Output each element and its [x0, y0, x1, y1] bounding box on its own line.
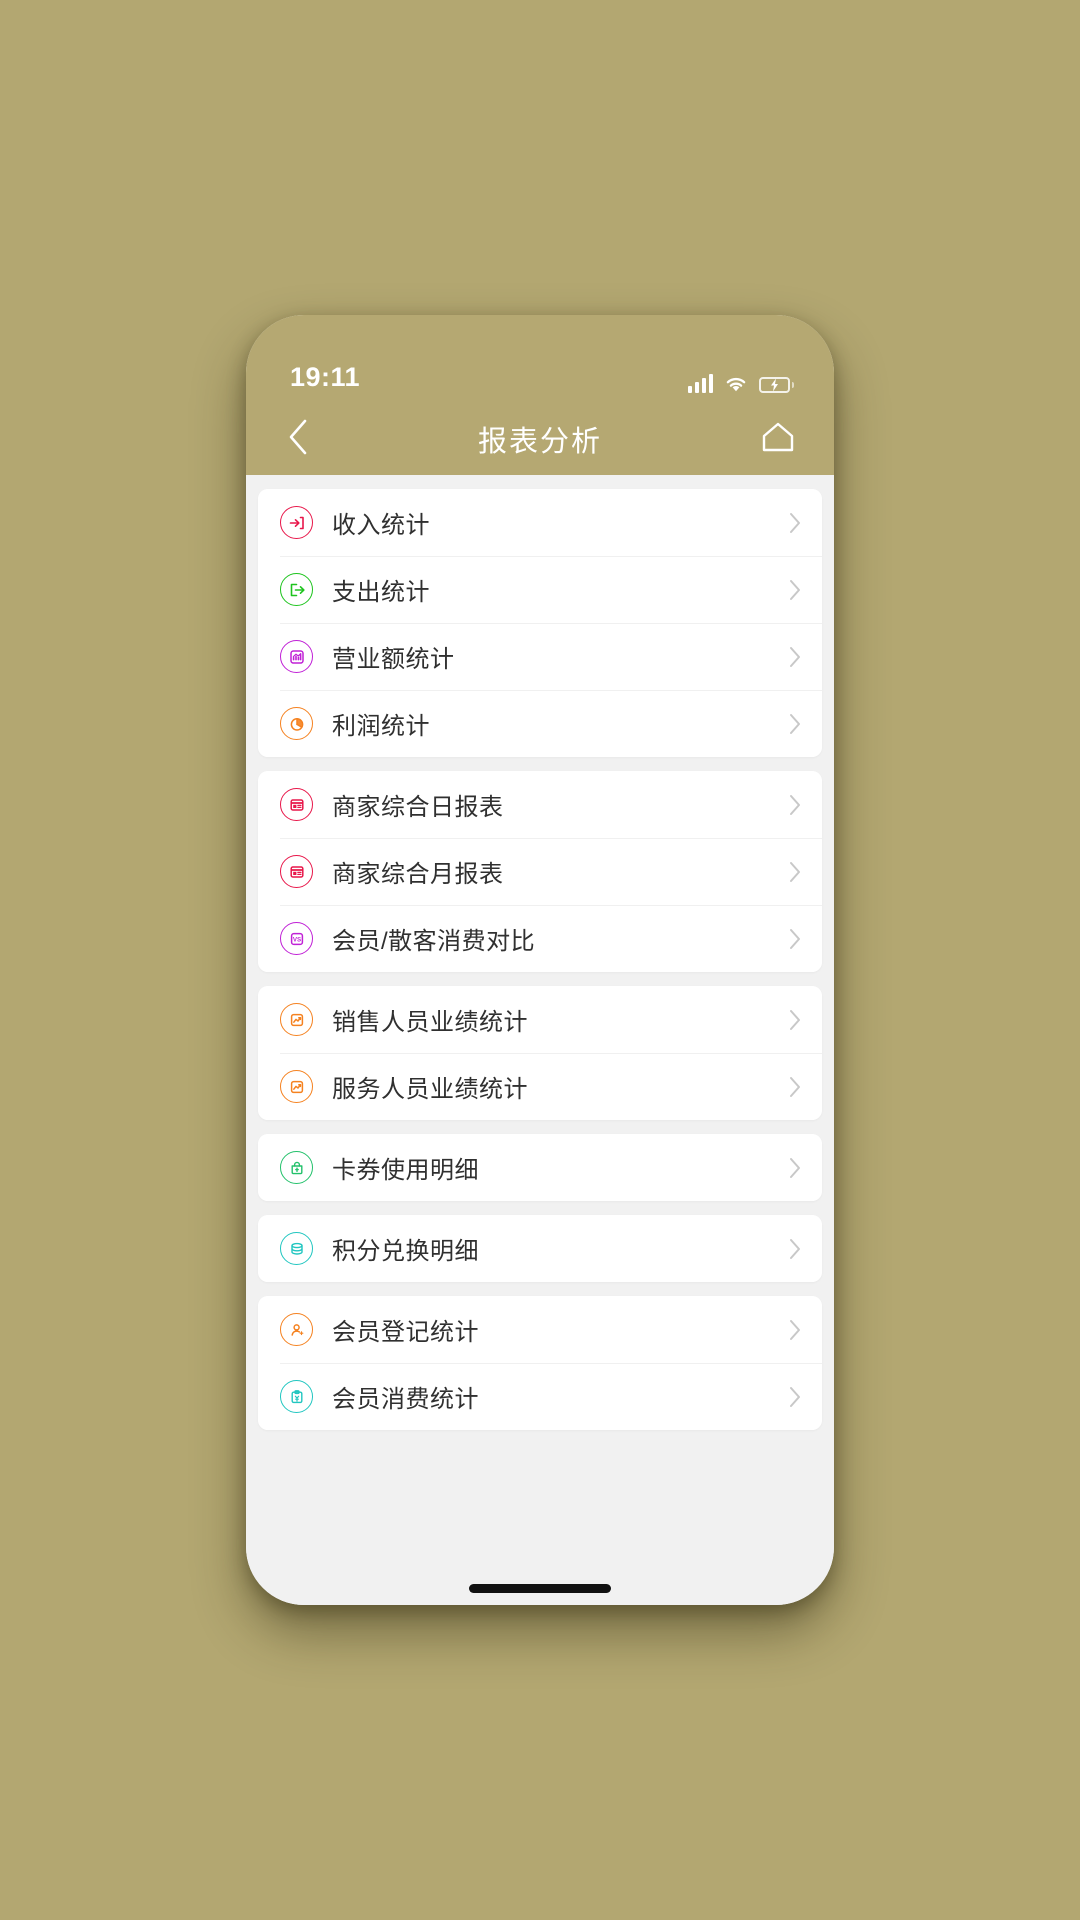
- list-item[interactable]: 支出统计: [258, 556, 822, 623]
- report-card-group: 收入统计 支出统计 营业额统计 利润统计: [258, 489, 822, 757]
- member-register-icon: [280, 1313, 313, 1346]
- report-list[interactable]: 收入统计 支出统计 营业额统计 利润统计 商家综合日报表 商家综合月报表 VS …: [246, 475, 834, 1605]
- report-card-group: 销售人员业绩统计 服务人员业绩统计: [258, 986, 822, 1120]
- list-item[interactable]: VS 会员/散客消费对比: [258, 905, 822, 972]
- home-button[interactable]: [752, 413, 804, 465]
- list-item-label: 利润统计: [332, 713, 430, 740]
- page-title: 报表分析: [477, 426, 602, 458]
- list-item[interactable]: 会员消费统计: [258, 1363, 822, 1430]
- list-item-label: 会员消费统计: [332, 1386, 479, 1413]
- service-performance-icon: [280, 1070, 313, 1103]
- status-bar: 19:11: [246, 315, 834, 403]
- list-item[interactable]: 积分兑换明细: [258, 1215, 822, 1282]
- list-item[interactable]: 卡券使用明细: [258, 1134, 822, 1201]
- member-consumption-icon: [280, 1380, 313, 1413]
- list-item-label: 商家综合月报表: [332, 861, 504, 888]
- report-card-group: 会员登记统计 会员消费统计: [258, 1296, 822, 1430]
- list-item-label: 营业额统计: [332, 646, 455, 673]
- list-item[interactable]: 收入统计: [258, 489, 822, 556]
- chevron-right-icon: [789, 1157, 802, 1179]
- home-icon: [761, 421, 795, 458]
- chevron-right-icon: [789, 579, 802, 601]
- member-vs-guest-icon: VS: [280, 922, 313, 955]
- chevron-right-icon: [789, 1319, 802, 1341]
- back-button[interactable]: [272, 413, 324, 465]
- sales-performance-icon: [280, 1003, 313, 1036]
- chevron-right-icon: [789, 861, 802, 883]
- list-item[interactable]: 商家综合月报表: [258, 838, 822, 905]
- chevron-right-icon: [789, 646, 802, 668]
- list-item-label: 卡券使用明细: [332, 1157, 479, 1184]
- phone-frame: 19:11 报表分析 收入统计 支出统计 营业额统计 利润统计 商家综合日报表 …: [246, 315, 834, 1605]
- list-item[interactable]: 营业额统计: [258, 623, 822, 690]
- turnover-bar-chart-icon: [280, 640, 313, 673]
- list-item-label: 商家综合日报表: [332, 794, 504, 821]
- profit-pie-chart-icon: [280, 707, 313, 740]
- chevron-right-icon: [789, 794, 802, 816]
- status-bar-icons: [688, 373, 794, 393]
- list-item-label: 销售人员业绩统计: [332, 1009, 528, 1036]
- wifi-icon: [724, 374, 748, 393]
- list-item[interactable]: 利润统计: [258, 690, 822, 757]
- list-item[interactable]: 销售人员业绩统计: [258, 986, 822, 1053]
- nav-bar: 报表分析: [246, 403, 834, 475]
- report-card-group: 商家综合日报表 商家综合月报表 VS 会员/散客消费对比: [258, 771, 822, 972]
- income-arrow-in-icon: [280, 506, 313, 539]
- report-card-group: 积分兑换明细: [258, 1215, 822, 1282]
- list-item-label: 会员登记统计: [332, 1319, 479, 1346]
- report-card-group: 卡券使用明细: [258, 1134, 822, 1201]
- expense-arrow-out-icon: [280, 573, 313, 606]
- chevron-right-icon: [789, 512, 802, 534]
- chevron-left-icon: [287, 418, 309, 461]
- chevron-right-icon: [789, 1238, 802, 1260]
- list-item-label: 支出统计: [332, 579, 430, 606]
- list-item[interactable]: 会员登记统计: [258, 1296, 822, 1363]
- list-item-label: 服务人员业绩统计: [332, 1076, 528, 1103]
- chevron-right-icon: [789, 1076, 802, 1098]
- daily-report-icon: [280, 788, 313, 821]
- list-item-label: 积分兑换明细: [332, 1238, 479, 1265]
- status-bar-time: 19:11: [290, 362, 361, 392]
- chevron-right-icon: [789, 1386, 802, 1408]
- chevron-right-icon: [789, 713, 802, 735]
- list-item[interactable]: 服务人员业绩统计: [258, 1053, 822, 1120]
- chevron-right-icon: [789, 928, 802, 950]
- points-exchange-icon: [280, 1232, 313, 1265]
- monthly-report-icon: [280, 855, 313, 888]
- list-item-label: 收入统计: [332, 512, 430, 539]
- svg-text:VS: VS: [292, 936, 300, 943]
- list-item-label: 会员/散客消费对比: [332, 928, 536, 955]
- coupon-usage-icon: [280, 1151, 313, 1184]
- battery-charging-icon: [759, 377, 794, 393]
- cellular-signal-icon: [688, 373, 713, 393]
- list-item[interactable]: 商家综合日报表: [258, 771, 822, 838]
- chevron-right-icon: [789, 1009, 802, 1031]
